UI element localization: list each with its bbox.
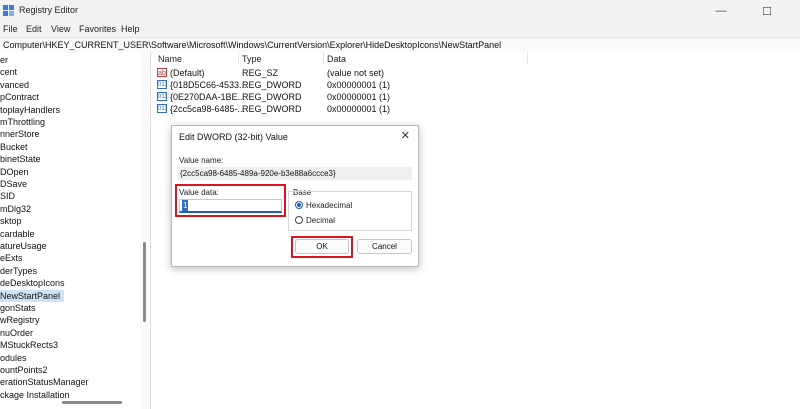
- menu-favorites[interactable]: Favorites: [79, 24, 116, 34]
- value-data-input[interactable]: 1: [179, 199, 282, 213]
- tree-item[interactable]: ountPoints2: [0, 364, 48, 376]
- minimize-icon: —: [715, 5, 727, 17]
- decimal-radio[interactable]: [295, 216, 303, 224]
- dword-value-icon: 011: [157, 104, 168, 113]
- value-data: (value not set): [327, 68, 385, 78]
- value-row[interactable]: 011 {018D5C66-4533... REG_DWORD 0x00000001 …: [153, 79, 553, 91]
- edit-dword-dialog: Edit DWORD (32-bit) Value ✕ Value name: …: [171, 125, 419, 267]
- dword-value-icon: 011: [157, 80, 168, 89]
- string-value-icon: ab: [157, 68, 167, 77]
- value-name: {2cc5ca98-6485-...: [170, 104, 246, 114]
- tree-item[interactable]: wRegistry: [0, 314, 40, 326]
- column-header-data[interactable]: Data: [327, 54, 346, 64]
- tree-item[interactable]: cent: [0, 66, 17, 78]
- tree-scroll-thumb[interactable]: [143, 242, 146, 322]
- maximize-button[interactable]: ☐: [750, 0, 784, 22]
- close-icon[interactable]: ✕: [401, 129, 410, 142]
- ok-button[interactable]: OK: [295, 239, 349, 254]
- key-tree: er cent vanced pContract toplayHandlers mThro…: [0, 52, 151, 409]
- tree-item[interactable]: NewStartPanel: [0, 289, 65, 302]
- window-title: Registry Editor: [19, 5, 79, 15]
- tree-item[interactable]: er: [0, 54, 8, 66]
- value-data-label: Value data:: [179, 188, 219, 197]
- value-row[interactable]: 011 {0E270DAA-1BE... REG_DWORD 0x00000001 (…: [153, 91, 553, 103]
- tree-item[interactable]: vanced: [0, 79, 29, 91]
- value-row[interactable]: ab (Default) REG_SZ (value not set): [153, 67, 553, 79]
- tree-horizontal-scroll-thumb[interactable]: [62, 401, 122, 404]
- menu-bar: File Edit View Favorites Help: [0, 22, 800, 37]
- tree-item[interactable]: toplayHandlers: [0, 104, 60, 116]
- tree-item[interactable]: nnerStore: [0, 128, 40, 140]
- column-divider[interactable]: [238, 52, 239, 64]
- tree-item[interactable]: deDesktopIcons: [0, 277, 65, 289]
- value-name-label: Value name:: [179, 156, 224, 165]
- dialog-title: Edit DWORD (32-bit) Value: [179, 132, 288, 142]
- address-path: Computer\HKEY_CURRENT_USER\Software\Micr…: [3, 40, 502, 50]
- tree-item[interactable]: mThrottling: [0, 116, 45, 128]
- address-bar[interactable]: Computer\HKEY_CURRENT_USER\Software\Micr…: [0, 37, 800, 53]
- base-group: Hexadecimal Decimal: [288, 191, 412, 231]
- value-data: 0x00000001 (1): [327, 80, 391, 90]
- tree-item[interactable]: pContract: [0, 91, 39, 103]
- value-type: REG_DWORD: [242, 80, 302, 90]
- tree-item[interactable]: cardable: [0, 228, 35, 240]
- minimize-button[interactable]: —: [704, 0, 738, 22]
- tree-item[interactable]: erationStatusManager: [0, 376, 89, 388]
- maximize-icon: ☐: [762, 5, 772, 18]
- column-header-type[interactable]: Type: [242, 54, 262, 64]
- tree-item[interactable]: derTypes: [0, 265, 37, 277]
- value-type: REG_DWORD: [242, 104, 302, 114]
- value-name-field: {2cc5ca98-6485-489a-920e-b3e88a6ccce3}: [177, 167, 412, 180]
- tree-item[interactable]: gonStats: [0, 302, 36, 314]
- menu-help[interactable]: Help: [121, 24, 140, 34]
- hexadecimal-label[interactable]: Hexadecimal: [306, 201, 352, 210]
- column-divider[interactable]: [323, 52, 324, 64]
- column-divider[interactable]: [527, 52, 528, 64]
- value-data: 0x00000001 (1): [327, 104, 391, 114]
- value-data: 0x00000001 (1): [327, 92, 391, 102]
- tree-item[interactable]: DSave: [0, 178, 27, 190]
- tree-scrollbar[interactable]: [140, 52, 149, 409]
- hexadecimal-radio[interactable]: [295, 201, 303, 209]
- value-data-text: 1: [182, 200, 189, 211]
- value-name: (Default): [170, 68, 205, 78]
- value-name: {0E270DAA-1BE...: [170, 92, 246, 102]
- tree-item[interactable]: SID: [0, 190, 15, 202]
- menu-view[interactable]: View: [51, 24, 70, 34]
- registry-editor-icon: [3, 5, 14, 16]
- menu-file[interactable]: File: [3, 24, 18, 34]
- tree-item[interactable]: MStuckRects3: [0, 339, 58, 351]
- tree-item[interactable]: atureUsage: [0, 240, 47, 252]
- tree-item[interactable]: DOpen: [0, 166, 29, 178]
- value-type: REG_DWORD: [242, 92, 302, 102]
- tree-item[interactable]: nuOrder: [0, 327, 33, 339]
- menu-edit[interactable]: Edit: [26, 24, 42, 34]
- tree-item[interactable]: sktop: [0, 215, 22, 227]
- dword-value-icon: 011: [157, 92, 168, 101]
- tree-item[interactable]: binetState: [0, 153, 41, 165]
- title-bar: Registry Editor — ☐: [0, 0, 800, 22]
- tree-item[interactable]: Bucket: [0, 141, 28, 153]
- value-name: {018D5C66-4533...: [170, 80, 247, 90]
- tree-item[interactable]: mDlg32: [0, 203, 31, 215]
- tree-item[interactable]: eExts: [0, 252, 23, 264]
- cancel-button[interactable]: Cancel: [357, 239, 412, 254]
- value-type: REG_SZ: [242, 68, 279, 78]
- tree-item[interactable]: odules: [0, 352, 27, 364]
- value-row[interactable]: 011 {2cc5ca98-6485-... REG_DWORD 0x00000001…: [153, 103, 553, 115]
- decimal-label[interactable]: Decimal: [306, 216, 335, 225]
- tree-item[interactable]: ckage Installation: [0, 389, 70, 401]
- column-header-name[interactable]: Name: [158, 54, 182, 64]
